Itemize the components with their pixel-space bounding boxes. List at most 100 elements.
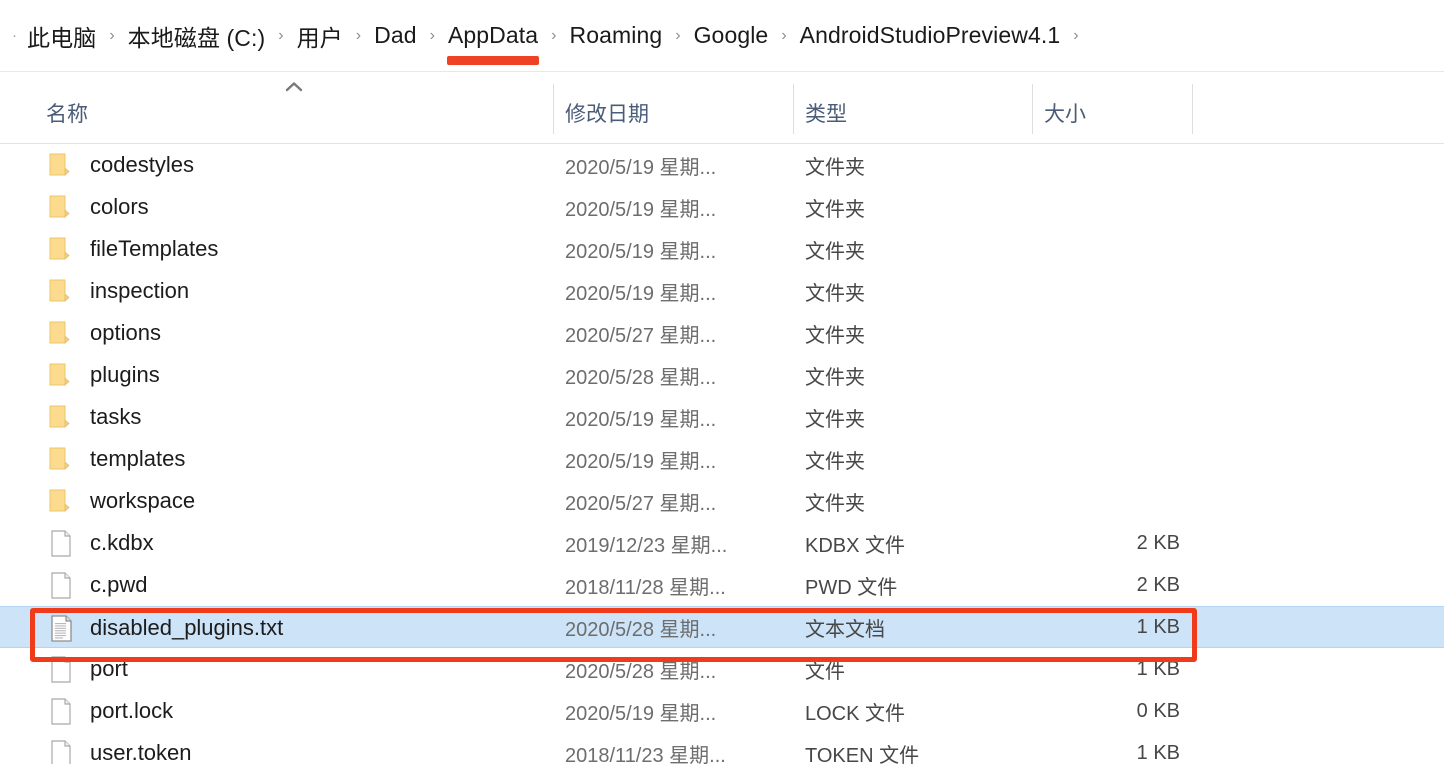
- breadcrumb-item-Roaming[interactable]: Roaming: [567, 20, 664, 51]
- breadcrumb-separator-icon: ›: [109, 26, 115, 44]
- column-divider-size-end[interactable]: [1192, 84, 1193, 134]
- breadcrumb-separator-icon: ›: [675, 26, 681, 44]
- breadcrumb-lead-glyph: ·: [12, 27, 17, 44]
- file-name-label: c.pwd: [90, 572, 148, 597]
- breadcrumb-separator-icon: ›: [781, 26, 787, 44]
- file-name-label: workspace: [90, 488, 196, 513]
- breadcrumb[interactable]: 此电脑 › 本地磁盘 (C:) › 用户 › Dad › AppData › Roaming › Goo…: [25, 17, 1090, 65]
- table-row[interactable]: c.pwd 2018/11/28 星期... PWD 文件 2 KB: [0, 564, 1444, 606]
- table-row[interactable]: options 2020/5/27 星期... 文件夹: [0, 312, 1444, 354]
- file-name-cell[interactable]: c.kdbx: [46, 522, 154, 564]
- breadcrumb-item-AppData[interactable]: AppData: [446, 20, 540, 65]
- file-date-cell: 2019/12/23 星期...: [565, 534, 728, 557]
- file-date-cell: 2020/5/28 星期...: [565, 660, 717, 683]
- file-type-cell: 文件夹: [805, 366, 865, 389]
- blank-file-icon: [51, 656, 71, 683]
- file-date-cell: 2018/11/28 星期...: [565, 576, 726, 599]
- file-name-cell[interactable]: disabled_plugins.txt: [46, 607, 283, 649]
- file-type-cell: LOCK 文件: [805, 702, 906, 725]
- file-name-label: user.token: [90, 740, 192, 764]
- file-explorer-window: · 此电脑 › 本地磁盘 (C:) › 用户 › Dad › AppData › Roaming › G…: [0, 0, 1444, 764]
- file-name-label: port: [90, 656, 128, 681]
- breadcrumb-item-[interactable]: 用户: [295, 17, 345, 55]
- table-row[interactable]: workspace 2020/5/27 星期... 文件夹: [0, 480, 1444, 522]
- address-bar[interactable]: · 此电脑 › 本地磁盘 (C:) › 用户 › Dad › AppData › Roaming › G…: [0, 0, 1444, 72]
- column-divider-name-date[interactable]: [553, 84, 554, 134]
- table-row[interactable]: port 2020/5/28 星期... 文件 1 KB: [0, 648, 1444, 690]
- file-name-cell[interactable]: c.pwd: [46, 564, 147, 606]
- table-row-selected[interactable]: disabled_plugins.txt 2020/5/28 星期... 文本文档 1…: [0, 606, 1444, 648]
- column-divider-type-size[interactable]: [1032, 84, 1033, 134]
- blank-file-icon: [51, 740, 71, 764]
- file-name-cell[interactable]: inspection: [46, 270, 189, 312]
- breadcrumb-item-Google[interactable]: Google: [692, 20, 771, 51]
- table-row[interactable]: c.kdbx 2019/12/23 星期... KDBX 文件 2 KB: [0, 522, 1444, 564]
- breadcrumb-separator-icon: ›: [278, 26, 284, 44]
- file-type-cell: TOKEN 文件: [805, 744, 920, 764]
- file-name-label: inspection: [90, 278, 190, 303]
- file-name-cell[interactable]: port: [46, 648, 128, 690]
- breadcrumb-separator-icon: ›: [1073, 26, 1079, 44]
- column-divider-date-type[interactable]: [793, 84, 794, 134]
- file-type-cell: 文件夹: [805, 492, 865, 515]
- file-date-cell: 2020/5/19 星期...: [565, 156, 717, 179]
- file-name-cell[interactable]: workspace: [46, 480, 195, 522]
- column-header-name[interactable]: 名称: [46, 98, 88, 128]
- file-name-cell[interactable]: user.token: [46, 732, 192, 764]
- file-type-cell: 文件夹: [805, 324, 865, 347]
- blank-file-icon: [51, 572, 71, 599]
- file-date-cell: 2020/5/27 星期...: [565, 324, 717, 347]
- file-type-cell: 文件夹: [805, 282, 865, 305]
- breadcrumb-separator-icon: ›: [429, 26, 435, 44]
- table-row[interactable]: templates 2020/5/19 星期... 文件夹: [0, 438, 1444, 480]
- file-type-cell: 文件夹: [805, 198, 865, 221]
- column-header-bar[interactable]: 名称 修改日期 类型 大小: [0, 72, 1444, 144]
- folder-icon: [49, 237, 70, 260]
- folder-icon: [49, 195, 70, 218]
- file-date-cell: 2020/5/19 星期...: [565, 282, 717, 305]
- file-date-cell: 2020/5/19 星期...: [565, 702, 717, 725]
- text-file-icon: [51, 615, 72, 642]
- breadcrumb-item-[interactable]: 此电脑: [25, 17, 98, 55]
- table-row[interactable]: inspection 2020/5/19 星期... 文件夹: [0, 270, 1444, 312]
- file-date-cell: 2020/5/19 星期...: [565, 240, 717, 263]
- folder-icon: [49, 405, 70, 428]
- folder-icon: [49, 279, 70, 302]
- column-header-size[interactable]: 大小: [1044, 98, 1086, 128]
- file-name-label: disabled_plugins.txt: [90, 615, 284, 640]
- table-row[interactable]: user.token 2018/11/23 星期... TOKEN 文件 1 KB: [0, 732, 1444, 764]
- table-row[interactable]: plugins 2020/5/28 星期... 文件夹: [0, 354, 1444, 396]
- file-size-cell: 2 KB: [1136, 573, 1180, 596]
- file-name-cell[interactable]: port.lock: [46, 690, 173, 732]
- table-row[interactable]: tasks 2020/5/19 星期... 文件夹: [0, 396, 1444, 438]
- table-row[interactable]: codestyles 2020/5/19 星期... 文件夹: [0, 144, 1444, 186]
- breadcrumb-item-Dad[interactable]: Dad: [372, 20, 419, 51]
- file-name-label: c.kdbx: [90, 530, 154, 555]
- table-row[interactable]: port.lock 2020/5/19 星期... LOCK 文件 0 KB: [0, 690, 1444, 732]
- file-name-cell[interactable]: plugins: [46, 354, 160, 396]
- file-name-cell[interactable]: options: [46, 312, 161, 354]
- file-name-cell[interactable]: colors: [46, 186, 149, 228]
- file-type-cell: 文件夹: [805, 408, 865, 431]
- breadcrumb-item-AndroidStudioPreview4.1[interactable]: AndroidStudioPreview4.1: [798, 20, 1063, 51]
- breadcrumb-item-C[interactable]: 本地磁盘 (C:): [126, 17, 268, 55]
- file-name-cell[interactable]: tasks: [46, 396, 141, 438]
- file-type-cell: KDBX 文件: [805, 534, 906, 557]
- file-name-label: tasks: [90, 404, 142, 429]
- column-header-date-modified[interactable]: 修改日期: [565, 98, 649, 128]
- file-name-cell[interactable]: templates: [46, 438, 185, 480]
- file-name-cell[interactable]: fileTemplates: [46, 228, 218, 270]
- column-header-type[interactable]: 类型: [805, 98, 847, 128]
- blank-file-icon: [51, 698, 71, 725]
- file-name-cell[interactable]: codestyles: [46, 144, 194, 186]
- file-type-cell: PWD 文件: [805, 576, 898, 599]
- table-row[interactable]: colors 2020/5/19 星期... 文件夹: [0, 186, 1444, 228]
- file-name-label: options: [90, 320, 161, 345]
- folder-icon: [49, 153, 70, 176]
- file-date-cell: 2020/5/19 星期...: [565, 408, 717, 431]
- file-list[interactable]: codestyles 2020/5/19 星期... 文件夹 colors 2020/…: [0, 144, 1444, 764]
- file-type-cell: 文件夹: [805, 156, 865, 179]
- folder-icon: [49, 447, 70, 470]
- file-size-cell: 2 KB: [1136, 531, 1180, 554]
- table-row[interactable]: fileTemplates 2020/5/19 星期... 文件夹: [0, 228, 1444, 270]
